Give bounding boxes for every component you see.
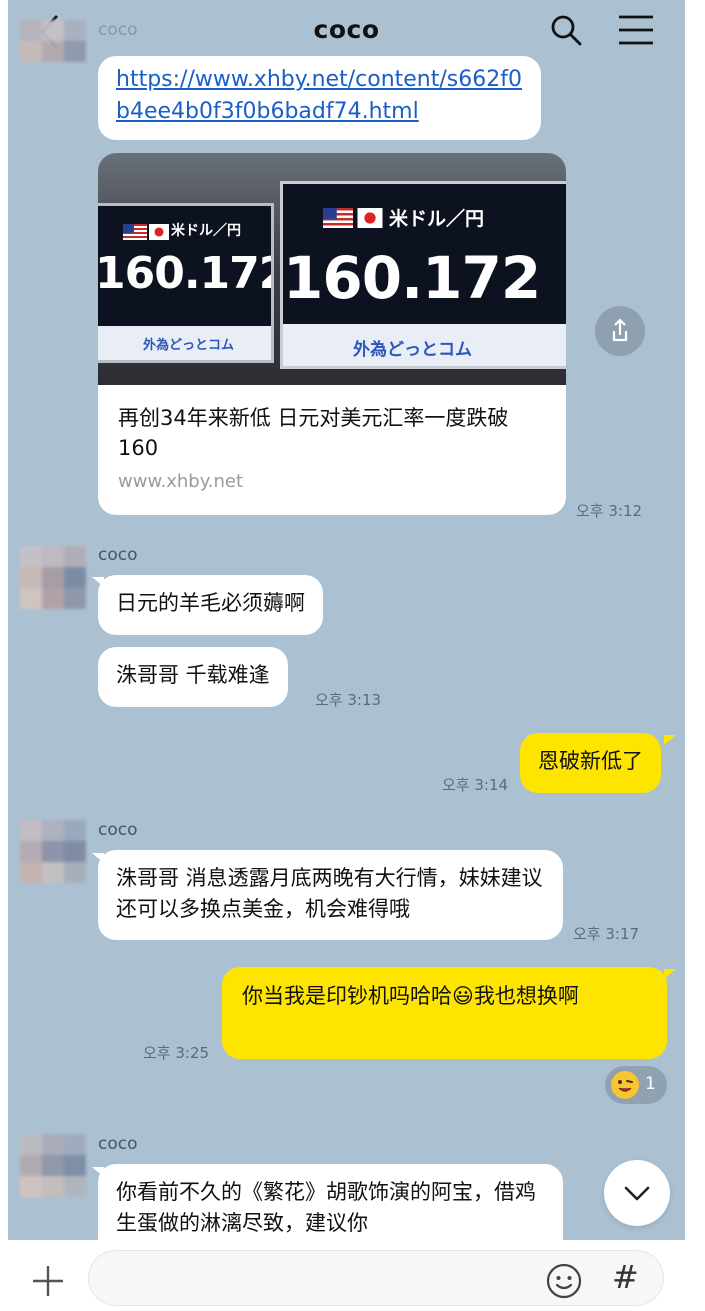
share-icon	[612, 318, 628, 342]
sender-name: coco	[98, 1134, 138, 1154]
message-bubble[interactable]: 洙哥哥 千载难逢	[98, 647, 288, 707]
share-button[interactable]	[595, 306, 645, 356]
japan-flag-icon	[357, 208, 383, 228]
message-text: 我也想换啊	[473, 984, 579, 1008]
message-time: 오후 3:14	[442, 776, 509, 794]
message-bubble[interactable]: 你看前不久的《繁花》胡歌饰演的阿宝，借鸡生蛋做的淋漓尽致，建议你	[98, 1164, 563, 1240]
input-bar: #	[0, 1240, 705, 1311]
message-text: 你当我是印钞机吗哈哈	[242, 984, 452, 1008]
exchange-board-right: 米ドル／円 160.172 外為どっとコム	[280, 181, 566, 369]
preview-title: 再创34年来新低 日元对美元汇率一度跌破160	[118, 406, 509, 460]
rate-display: 160.172	[98, 248, 274, 299]
sender-name: coco	[98, 545, 138, 565]
chevron-down-icon	[624, 1186, 650, 1201]
message-link[interactable]: https://www.xhby.net/content/s662f0b4ee4…	[116, 64, 523, 128]
my-message-bubble[interactable]: 恩破新低了	[520, 733, 661, 793]
plus-icon[interactable]	[30, 1263, 66, 1299]
rate-display: 160.172	[283, 244, 541, 312]
brand-label: 外為どっとコム	[353, 340, 472, 360]
brand-label: 外為どっとコム	[143, 338, 235, 353]
currency-pair-label: 米ドル／円	[171, 223, 241, 239]
bubble-tail	[664, 735, 676, 745]
message-bubble[interactable]: 洙哥哥 消息透露月底两晚有大行情，妹妹建议还可以多换点美金，机会难得哦	[98, 850, 563, 940]
my-message-bubble[interactable]: 你当我是印钞机吗哈哈😃我也想换啊	[222, 967, 667, 1059]
chat-area[interactable]: coco coco https://www.xhby.net/content/s…	[8, 0, 685, 1240]
link-preview-card[interactable]: 米ドル／円 160.172 外為どっとコム 米ドル／円 160.172 外為どっ…	[98, 153, 566, 515]
hamburger-menu-icon[interactable]	[616, 12, 656, 48]
sender-name: coco	[98, 20, 138, 40]
avatar[interactable]	[20, 1134, 86, 1197]
grinning-emoji: 😃	[452, 984, 474, 1008]
search-icon[interactable]	[548, 12, 584, 48]
bubble-tail	[664, 969, 676, 979]
japan-flag-icon	[149, 224, 169, 240]
message-time: 오후 3:12	[576, 502, 643, 520]
preview-image: 米ドル／円 160.172 外為どっとコム 米ドル／円 160.172 外為どっ…	[98, 153, 566, 385]
smiley-icon[interactable]	[544, 1261, 584, 1301]
message-time: 오후 3:17	[573, 925, 640, 943]
message-time: 오후 3:13	[315, 691, 382, 709]
us-flag-icon	[323, 208, 353, 228]
avatar[interactable]	[20, 820, 86, 900]
winking-tongue-emoji-icon	[611, 1071, 639, 1099]
message-time: 오후 3:25	[143, 1044, 210, 1062]
currency-pair-label: 米ドル／円	[389, 208, 485, 230]
reaction-badge[interactable]: 1	[605, 1066, 667, 1104]
preview-domain: www.xhby.net	[118, 471, 244, 492]
link-message-bubble[interactable]: https://www.xhby.net/content/s662f0b4ee4…	[98, 56, 541, 140]
reaction-count: 1	[645, 1074, 656, 1094]
hashtag-button[interactable]: #	[612, 1258, 639, 1296]
brand-strip: 外為どっとコム	[98, 326, 271, 360]
brand-strip: 外為どっとコム	[283, 324, 566, 366]
avatar[interactable]	[20, 546, 86, 609]
scroll-down-button[interactable]	[604, 1160, 670, 1226]
sender-name: coco	[98, 820, 138, 840]
message-bubble[interactable]: 日元的羊毛必须薅啊	[98, 575, 323, 635]
exchange-board-left: 米ドル／円 160.172 外為どっとコム	[98, 203, 274, 363]
avatar[interactable]	[20, 20, 86, 80]
us-flag-icon	[123, 224, 147, 240]
